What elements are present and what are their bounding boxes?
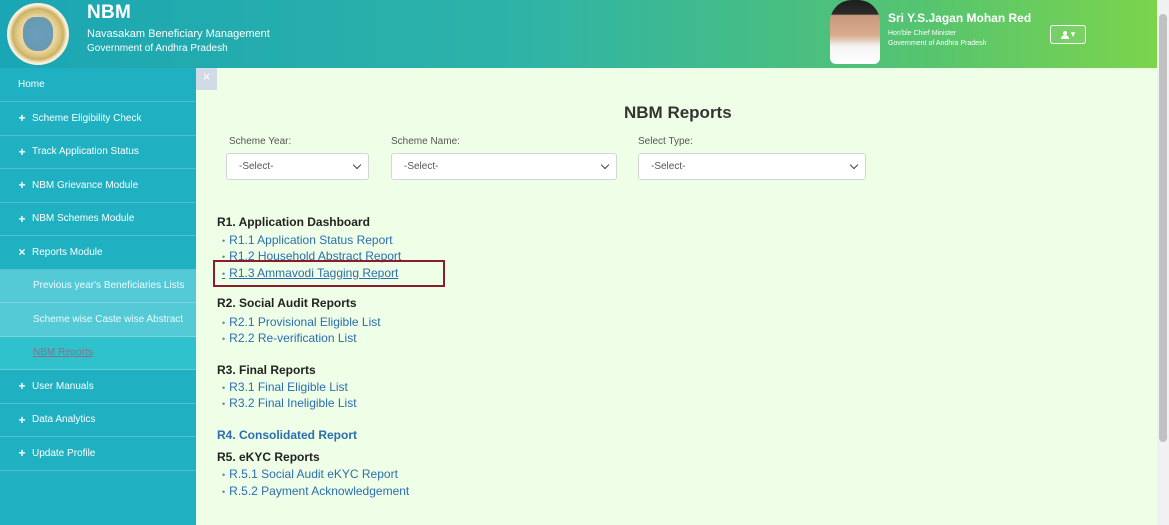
cm-name: Sri Y.S.Jagan Mohan Reddy <box>888 11 1031 25</box>
sidebar-item-data-analytics[interactable]: + Data Analytics <box>0 404 196 437</box>
report-link-label: R1.3 Ammavodi Tagging Report <box>229 266 399 280</box>
report-link-r1-3[interactable]: • R1.3 Ammavodi Tagging Report <box>222 266 398 280</box>
chevron-down-icon <box>600 160 610 170</box>
report-link-r4-consolidated[interactable]: R4. Consolidated Report <box>217 428 357 442</box>
report-link-label: R3.1 Final Eligible List <box>229 380 348 394</box>
caret-down-icon: ▾ <box>1070 29 1076 39</box>
bullet-icon: • <box>222 487 226 497</box>
section-r1-title: R1. Application Dashboard <box>217 215 370 229</box>
report-link-r1-1[interactable]: • R1.1 Application Status Report <box>222 233 393 247</box>
plus-icon: + <box>18 379 26 394</box>
sidebar-item-schemes-module[interactable]: + NBM Schemes Module <box>0 203 196 236</box>
scheme-year-select[interactable]: -Select- <box>226 153 369 180</box>
report-link-label: R.5.1 Social Audit eKYC Report <box>229 467 398 481</box>
chevron-down-icon <box>352 160 362 170</box>
plus-icon: + <box>18 211 26 226</box>
bullet-icon: • <box>222 269 226 279</box>
cm-photo <box>830 0 880 64</box>
report-link-label: R2.1 Provisional Eligible List <box>229 315 381 329</box>
sidebar-item-label: NBM Reports <box>33 347 94 359</box>
report-link-label: R2.2 Re-verification List <box>229 331 357 345</box>
report-link-r5-1[interactable]: • R.5.1 Social Audit eKYC Report <box>222 467 398 481</box>
app-subtitle: Navasakam Beneficiary Management <box>87 28 270 40</box>
scheme-year-value: -Select- <box>239 161 274 172</box>
cm-gov: Government of Andhra Pradesh <box>888 40 987 47</box>
sidebar-subitem-previous-beneficiaries[interactable]: Previous year's Beneficiaries Lists <box>0 269 196 303</box>
sidebar-item-update-profile[interactable]: + Update Profile <box>0 437 196 471</box>
app-header: NBM Navasakam Beneficiary Management Gov… <box>0 0 1157 68</box>
report-link-r2-1[interactable]: • R2.1 Provisional Eligible List <box>222 315 381 329</box>
sidebar-item-home[interactable]: Home <box>0 68 196 102</box>
bullet-icon: • <box>222 334 226 344</box>
sidebar-subitem-caste-abstract[interactable]: Scheme wise Caste wise Abstract <box>0 303 196 337</box>
bullet-icon: • <box>222 236 226 246</box>
scheme-name-select[interactable]: -Select- <box>391 153 617 180</box>
sidebar-item-scheme-eligibility[interactable]: + Scheme Eligibility Check <box>0 102 196 136</box>
ap-emblem-logo <box>7 3 69 65</box>
bullet-icon: • <box>222 383 226 393</box>
chevron-down-icon <box>849 160 859 170</box>
sidebar-item-label: Reports Module <box>32 246 103 258</box>
bullet-icon: • <box>222 318 226 328</box>
app-gov-label: Government of Andhra Pradesh <box>87 43 228 54</box>
scheme-year-label: Scheme Year: <box>229 136 292 147</box>
report-link-r3-1[interactable]: • R3.1 Final Eligible List <box>222 380 348 394</box>
sidebar-toggle-close-icon[interactable]: × <box>196 68 217 90</box>
plus-icon: + <box>18 144 26 159</box>
sidebar-item-track-application[interactable]: + Track Application Status <box>0 136 196 169</box>
sidebar-item-label: NBM Schemes Module <box>32 213 135 225</box>
page-scrollbar[interactable] <box>1157 0 1169 525</box>
sidebar-item-label: User Manuals <box>32 380 94 392</box>
sidebar-item-label: Scheme wise Caste wise Abstract <box>33 313 184 325</box>
sidebar: Home + Scheme Eligibility Check + Track Ap… <box>0 68 196 525</box>
plus-icon: + <box>18 446 26 461</box>
report-link-label: R1.1 Application Status Report <box>229 233 393 247</box>
report-link-label: R3.2 Final Ineligible List <box>229 396 357 410</box>
report-link-r3-2[interactable]: • R3.2 Final Ineligible List <box>222 396 357 410</box>
report-link-r5-2[interactable]: • R.5.2 Payment Acknowledgement <box>222 484 409 498</box>
bullet-icon: • <box>222 470 226 480</box>
select-type-label: Select Type: <box>638 136 693 147</box>
user-icon <box>1060 30 1069 39</box>
report-link-label: R.5.2 Payment Acknowledgement <box>229 484 410 498</box>
plus-icon: + <box>18 111 26 126</box>
sidebar-item-label: Update Profile <box>32 447 96 459</box>
sidebar-item-label: NBM Grievance Module <box>32 179 139 191</box>
scheme-name-label: Scheme Name: <box>391 136 460 147</box>
scrollbar-thumb[interactable] <box>1159 14 1167 442</box>
section-r2-title: R2. Social Audit Reports <box>217 296 357 310</box>
scheme-name-value: -Select- <box>404 161 439 172</box>
sidebar-item-label: Previous year's Beneficiaries Lists <box>33 280 185 292</box>
select-type-select[interactable]: -Select- <box>638 153 866 180</box>
page-title: NBM Reports <box>624 103 732 122</box>
sidebar-subitem-nbm-reports[interactable]: NBM Reports <box>0 336 196 370</box>
close-icon: × <box>18 245 26 260</box>
report-link-r2-2[interactable]: • R2.2 Re-verification List <box>222 331 357 345</box>
plus-icon: + <box>18 178 26 193</box>
select-type-value: -Select- <box>651 161 686 172</box>
user-menu-button[interactable]: ▾ <box>1050 25 1086 44</box>
sidebar-item-grievance[interactable]: + NBM Grievance Module <box>0 169 196 203</box>
section-r5-title: R5. eKYC Reports <box>217 450 320 464</box>
app-title: NBM <box>87 2 132 23</box>
bullet-icon: • <box>222 399 226 409</box>
sidebar-item-user-manuals[interactable]: + User Manuals <box>0 370 196 404</box>
sidebar-item-label: Track Application Status <box>32 146 139 158</box>
plus-icon: + <box>18 412 26 427</box>
sidebar-item-label: Data Analytics <box>32 414 96 426</box>
sidebar-item-label: Scheme Eligibility Check <box>32 112 142 124</box>
cm-role: Hon'ble Chief Minister <box>888 30 957 37</box>
sidebar-item-reports-module[interactable]: × Reports Module <box>0 236 196 270</box>
sidebar-item-label: Home <box>18 79 45 90</box>
section-r3-title: R3. Final Reports <box>217 363 316 377</box>
